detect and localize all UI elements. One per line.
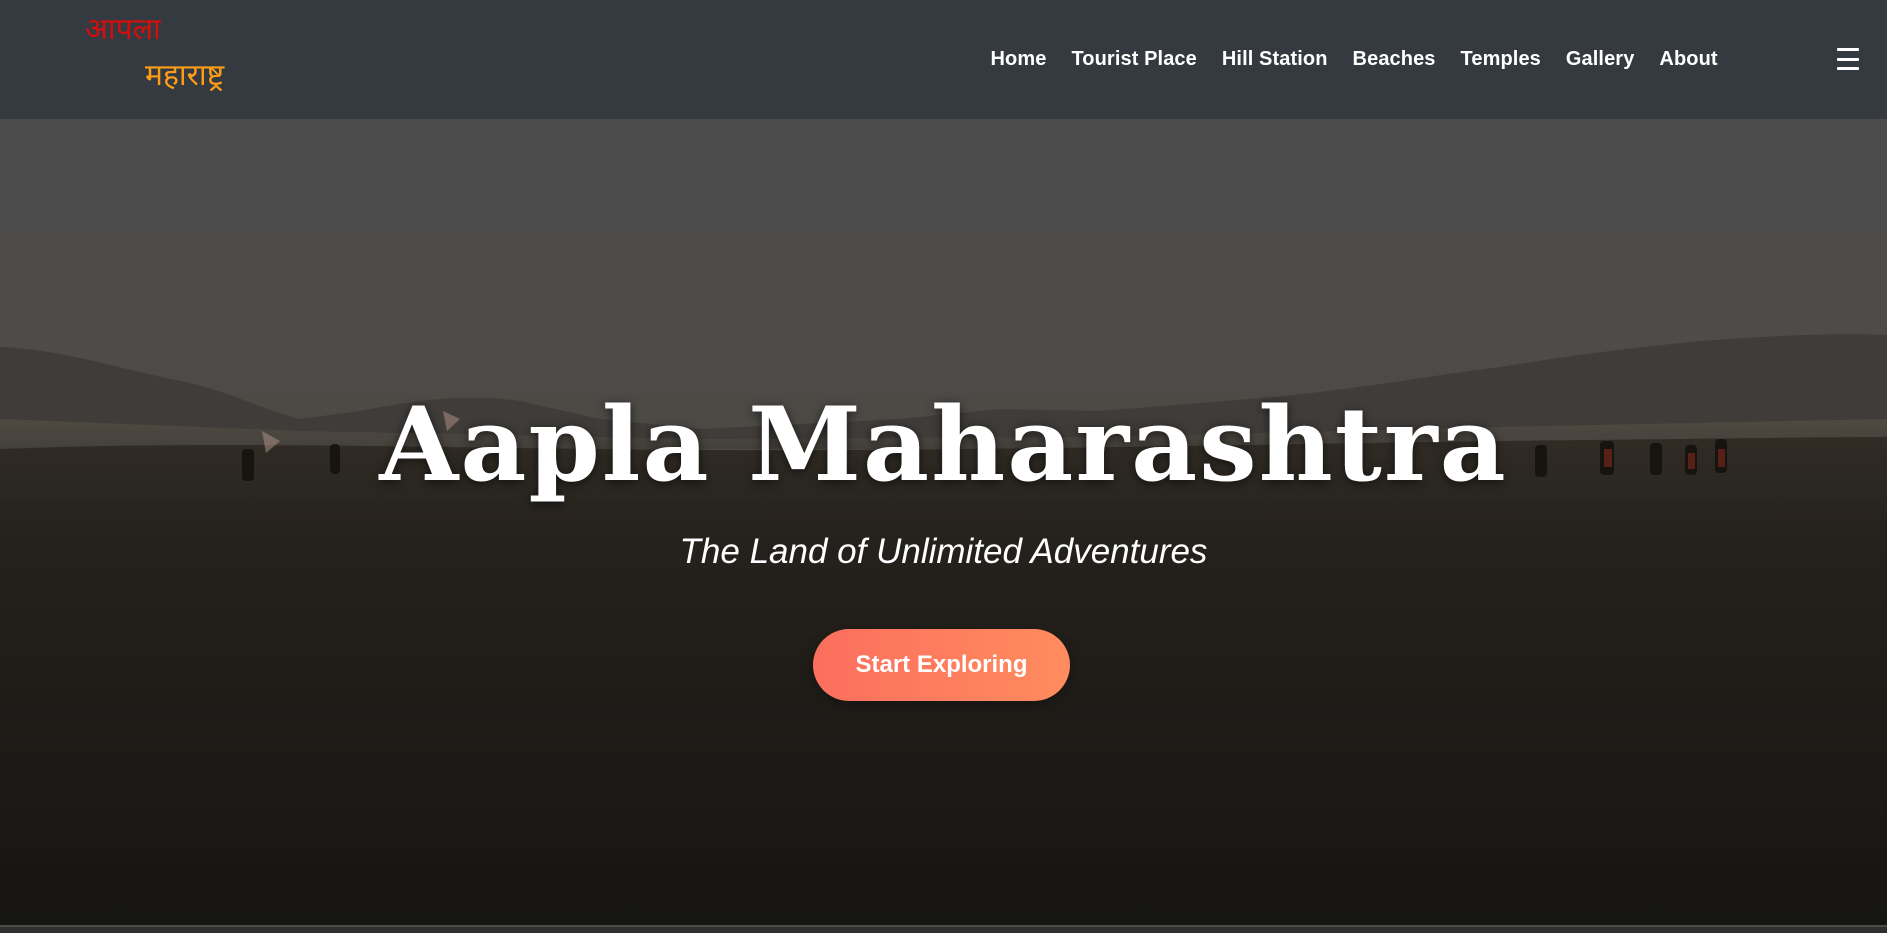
hero-subtitle: The Land of Unlimited Adventures xyxy=(679,532,1208,571)
nav-menu: Home Tourist Place Hill Station Beaches … xyxy=(978,0,1730,119)
brand-line-maharashtra: महाराष्ट्र xyxy=(145,58,225,93)
horizontal-scrollbar[interactable] xyxy=(0,925,1887,933)
hero-section: Aapla Maharashtra The Land of Unlimited … xyxy=(0,119,1887,925)
brand-line-aapla: आपला xyxy=(85,12,161,47)
nav-link-about[interactable]: About xyxy=(1647,48,1730,71)
hero-title: Aapla Maharashtra xyxy=(379,385,1508,505)
nav-link-home[interactable]: Home xyxy=(978,48,1059,71)
brand-logo[interactable]: आपला महाराष्ट्र xyxy=(0,0,260,119)
nav-link-tourist-place[interactable]: Tourist Place xyxy=(1059,48,1209,71)
hero-content: Aapla Maharashtra The Land of Unlimited … xyxy=(0,119,1887,925)
nav-link-gallery[interactable]: Gallery xyxy=(1553,48,1647,71)
nav-link-temples[interactable]: Temples xyxy=(1448,48,1553,71)
navbar: आपला महाराष्ट्र Home Tourist Place Hill … xyxy=(0,0,1887,119)
hamburger-menu-icon[interactable] xyxy=(1834,44,1862,74)
nav-link-hill-station[interactable]: Hill Station xyxy=(1209,48,1340,71)
nav-link-beaches[interactable]: Beaches xyxy=(1340,48,1448,71)
start-exploring-button[interactable]: Start Exploring xyxy=(813,629,1070,701)
